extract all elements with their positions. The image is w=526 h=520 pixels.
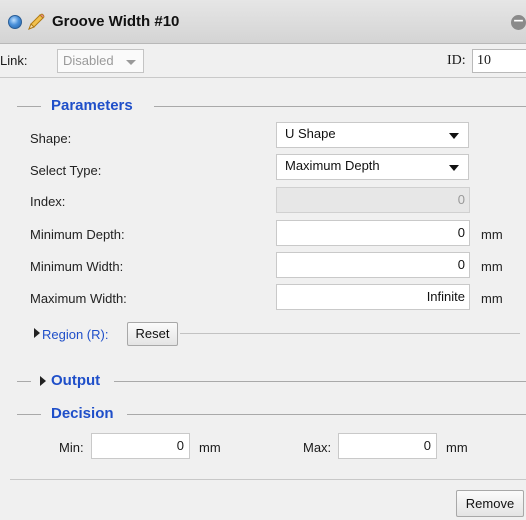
region-link[interactable]: Region (R): <box>42 327 108 342</box>
decision-min-input[interactable]: 0 <box>91 433 190 459</box>
title-bar[interactable]: Groove Width #10 − <box>0 0 526 44</box>
tool-panel: Groove Width #10 − Link: Disabled ID: 10… <box>0 0 526 520</box>
parameters-divider-left <box>17 106 41 107</box>
decision-max-label: Max: <box>303 440 332 455</box>
index-input: 0 <box>276 187 470 213</box>
chevron-down-icon <box>126 60 136 65</box>
link-row: Link: Disabled ID: 10 <box>0 44 526 78</box>
parameters-divider-right <box>154 106 526 107</box>
remove-button[interactable]: Remove <box>456 490 524 517</box>
chevron-down-icon <box>449 133 459 139</box>
triangle-right-icon[interactable] <box>34 328 40 338</box>
link-label: Link: <box>0 53 28 68</box>
window-title: Groove Width #10 <box>52 13 180 30</box>
status-dot-icon <box>8 15 22 29</box>
index-label: Index: <box>30 194 66 209</box>
chevron-down-icon <box>449 165 459 171</box>
decision-divider-right <box>127 414 526 415</box>
maximum-width-unit: mm <box>481 291 503 306</box>
decision-min-label: Min: <box>59 440 84 455</box>
link-select[interactable]: Disabled <box>57 49 144 73</box>
reset-button[interactable]: Reset <box>127 322 178 346</box>
decision-min-unit: mm <box>199 440 221 455</box>
link-select-value: Disabled <box>63 53 114 68</box>
pencil-icon[interactable] <box>26 12 46 32</box>
select-type-label: Select Type: <box>30 163 102 178</box>
region-divider <box>180 333 520 334</box>
output-divider-right <box>114 381 526 382</box>
triangle-right-icon[interactable] <box>40 376 46 386</box>
select-type-select[interactable]: Maximum Depth <box>276 154 469 180</box>
minimum-width-label: Minimum Width: <box>30 259 124 274</box>
minimum-width-unit: mm <box>481 259 503 274</box>
maximum-width-label: Maximum Width: <box>30 291 127 306</box>
minimum-depth-input[interactable]: 0 <box>276 220 470 246</box>
parameters-title: Parameters <box>51 97 133 114</box>
collapse-icon[interactable]: − <box>511 14 526 30</box>
shape-label: Shape: <box>30 131 72 146</box>
decision-max-unit: mm <box>446 440 468 455</box>
minimum-width-input[interactable]: 0 <box>276 252 470 278</box>
shape-value: U Shape <box>285 126 336 141</box>
decision-divider-left <box>17 414 41 415</box>
id-input[interactable]: 10 <box>472 49 526 73</box>
decision-title: Decision <box>51 405 114 422</box>
maximum-width-input[interactable]: Infinite <box>276 284 470 310</box>
select-type-value: Maximum Depth <box>285 158 380 173</box>
minimum-depth-unit: mm <box>481 227 503 242</box>
minimum-depth-label: Minimum Depth: <box>30 227 125 242</box>
footer-separator <box>10 479 526 480</box>
decision-max-input[interactable]: 0 <box>338 433 437 459</box>
output-title[interactable]: Output <box>51 372 100 389</box>
shape-select[interactable]: U Shape <box>276 122 469 148</box>
output-divider-left <box>17 381 31 382</box>
id-label: ID: <box>447 53 466 68</box>
